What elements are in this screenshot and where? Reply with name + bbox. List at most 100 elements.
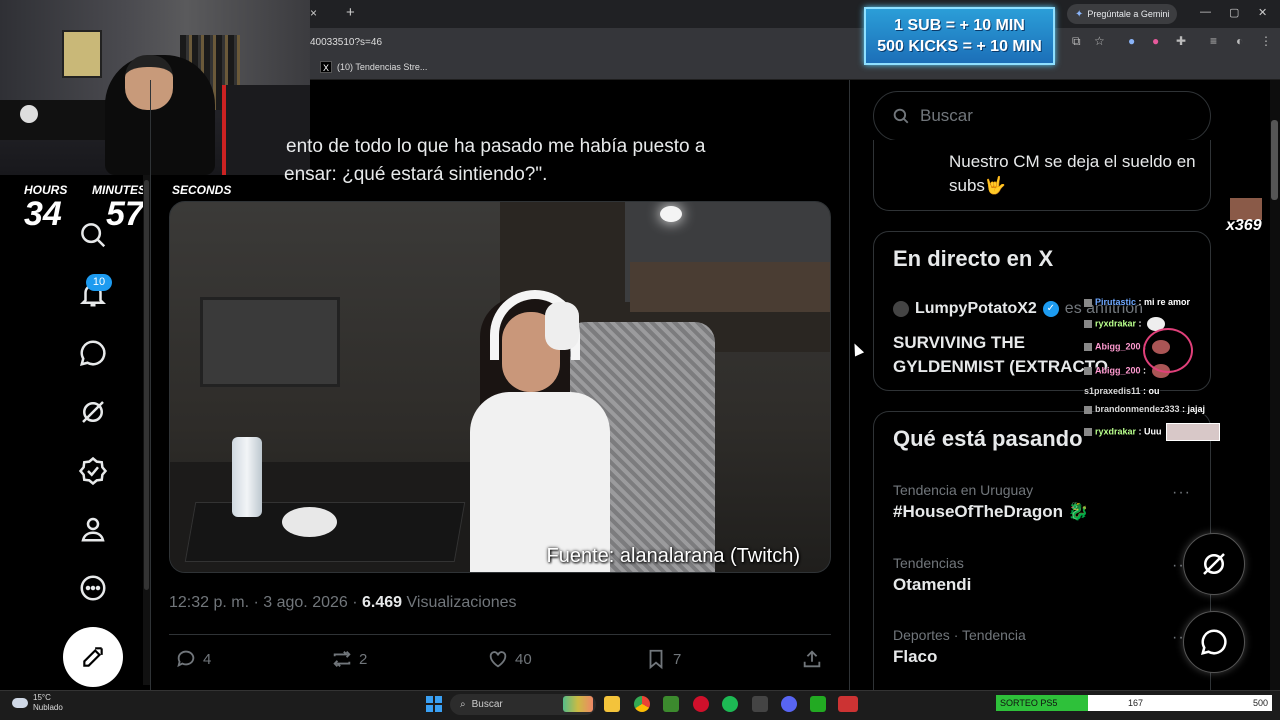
app-icon[interactable] xyxy=(752,696,768,712)
chat-user: Abigg_200 xyxy=(1095,341,1141,352)
more-options-icon[interactable]: ··· xyxy=(1172,484,1191,502)
opera-icon[interactable] xyxy=(693,696,709,712)
trend-context: Tendencia en Uruguay xyxy=(893,482,1034,498)
url-field[interactable]: 40033510?s=46 xyxy=(310,37,382,48)
chat-message: ryxdrakar : Uuu xyxy=(1084,423,1220,441)
verified-icon[interactable] xyxy=(78,456,108,486)
search-icon xyxy=(893,108,909,124)
reply-count: 4 xyxy=(203,650,212,668)
file-explorer-icon[interactable] xyxy=(604,696,620,712)
repost-count: 2 xyxy=(359,650,368,668)
bookmark-label: (10) Tendencias Stre... xyxy=(337,62,428,72)
search-highlight-icon[interactable] xyxy=(563,696,593,712)
giveaway-value: 167 xyxy=(1128,698,1144,708)
viewer-count: x369 xyxy=(1226,217,1262,234)
giveaway-progress-bar: SORTEO PS5 167 500 xyxy=(996,695,1272,711)
notifications-badge: 10 xyxy=(86,274,112,291)
chat-message: brandonmendez333 : jajaj xyxy=(1084,404,1205,414)
trend-context: Tendencias xyxy=(893,555,964,571)
search-placeholder: Buscar xyxy=(920,106,973,125)
compose-icon xyxy=(83,647,103,667)
weather-condition: Nublado xyxy=(33,703,63,712)
premium-card: Nuestro CM se deja el sueldo en subs🤟 xyxy=(873,140,1211,211)
profile-icon[interactable]: ◐ xyxy=(1236,34,1243,48)
chat-image xyxy=(1165,423,1220,441)
grok-float-button[interactable] xyxy=(1183,533,1245,595)
reply-button[interactable]: 4 xyxy=(175,648,211,670)
page-scrollbar-thumb[interactable] xyxy=(1271,120,1278,200)
grok-icon[interactable] xyxy=(78,397,108,427)
chat-user: ryxdrakar xyxy=(1095,318,1137,329)
tweet-date[interactable]: 3 ago. 2026 xyxy=(263,594,348,611)
like-button[interactable]: 40 xyxy=(487,648,532,670)
timer-hours: HOURS 34 xyxy=(24,183,67,234)
bookmark-count: 7 xyxy=(673,650,682,668)
minimize-button[interactable]: — xyxy=(1200,6,1211,18)
tab-close-button[interactable]: × xyxy=(310,6,317,20)
explore-icon[interactable] xyxy=(78,220,108,250)
maximize-button[interactable]: ▢ xyxy=(1229,6,1239,19)
live-username: LumpyPotatoX2 xyxy=(915,300,1037,317)
discord-icon[interactable] xyxy=(781,696,797,712)
bookmark-button[interactable]: 7 xyxy=(645,648,681,670)
banner-line1: 1 SUB = + 10 MIN xyxy=(894,17,1025,34)
tweet-actions: 4 2 40 7 xyxy=(169,648,831,676)
bookmark-item[interactable]: X (10) Tendencias Stre... xyxy=(320,61,427,73)
giveaway-max: 500 xyxy=(1252,698,1268,708)
views-label: Visualizaciones xyxy=(406,594,517,611)
tweet-time[interactable]: 12:32 p. m. xyxy=(169,594,249,611)
app-icon[interactable] xyxy=(838,696,858,712)
puzzle-icon[interactable]: ✚ xyxy=(1176,34,1186,48)
verified-badge-icon: ✓ xyxy=(1042,301,1059,317)
gemini-label: Pregúntale a Gemini xyxy=(1087,9,1170,19)
gemini-button[interactable]: ✦ Pregúntale a Gemini xyxy=(1067,4,1178,24)
extension-icon[interactable]: ● xyxy=(1128,34,1135,48)
left-scrollbar-thumb[interactable] xyxy=(144,180,149,590)
profile-icon[interactable] xyxy=(78,514,108,544)
menu-icon[interactable]: ⋮ xyxy=(1260,34,1272,48)
trend-name: Flaco xyxy=(893,647,938,666)
chat-user: s1praxedis11 xyxy=(1084,386,1141,396)
cloud-icon xyxy=(12,698,28,708)
star-icon[interactable]: ☆ xyxy=(1094,34,1105,48)
weather-widget[interactable]: 15°C Nublado xyxy=(12,693,63,713)
column-divider xyxy=(150,80,151,690)
new-tab-button[interactable]: + xyxy=(346,4,355,21)
hours-value: 34 xyxy=(24,195,62,233)
close-window-button[interactable]: ✕ xyxy=(1258,6,1267,19)
bookmark-icon xyxy=(649,649,663,670)
repost-icon xyxy=(333,651,351,667)
trend-name: Otamendi xyxy=(893,575,972,594)
app-icon[interactable] xyxy=(810,696,826,712)
repost-button[interactable]: 2 xyxy=(331,648,367,670)
media-icon[interactable]: ≡ xyxy=(1210,34,1217,48)
chrome-icon[interactable] xyxy=(634,696,650,712)
minutes-value: 57 xyxy=(106,195,144,233)
share-button[interactable] xyxy=(801,648,823,670)
messages-icon xyxy=(1200,629,1227,656)
search-icon: ⌕ xyxy=(460,699,466,710)
extension-icon[interactable]: ● xyxy=(1152,34,1159,48)
tweet-media[interactable]: Fuente: alanalarana (Twitch) xyxy=(169,201,831,573)
screenshot-icon[interactable]: ⧉ xyxy=(1072,34,1081,49)
trend-item[interactable]: Deportes · Tendencia Flaco xyxy=(893,627,1193,667)
chat-message: s1praxedis11 : ou xyxy=(1084,386,1160,396)
windows-start-icon[interactable] xyxy=(426,696,442,712)
more-icon[interactable] xyxy=(78,573,108,603)
tweet-text-line: ento de todo lo que ha pasado me había p… xyxy=(286,136,706,157)
messages-float-button[interactable] xyxy=(1183,611,1245,673)
banner-line2: 500 KICKS = + 10 MIN xyxy=(877,38,1042,55)
compose-post-button[interactable] xyxy=(63,627,123,687)
search-input[interactable]: Buscar xyxy=(873,91,1211,141)
messages-icon[interactable] xyxy=(78,338,108,368)
trends-title: Qué está pasando xyxy=(893,426,1083,451)
trend-item[interactable]: Tendencias Otamendi xyxy=(893,555,1193,595)
minecraft-icon[interactable] xyxy=(663,696,679,712)
x-logo-icon: X xyxy=(320,61,332,73)
chat-message: Pirutastic : mi re amor xyxy=(1084,297,1190,307)
share-icon xyxy=(803,650,821,668)
subathon-banner: 1 SUB = + 10 MIN 500 KICKS = + 10 MIN xyxy=(864,7,1055,65)
trend-item[interactable]: Tendencia en Uruguay #HouseOfTheDragon 🐉 xyxy=(893,482,1193,522)
spotify-icon[interactable] xyxy=(722,696,738,712)
heart-icon xyxy=(489,651,507,668)
